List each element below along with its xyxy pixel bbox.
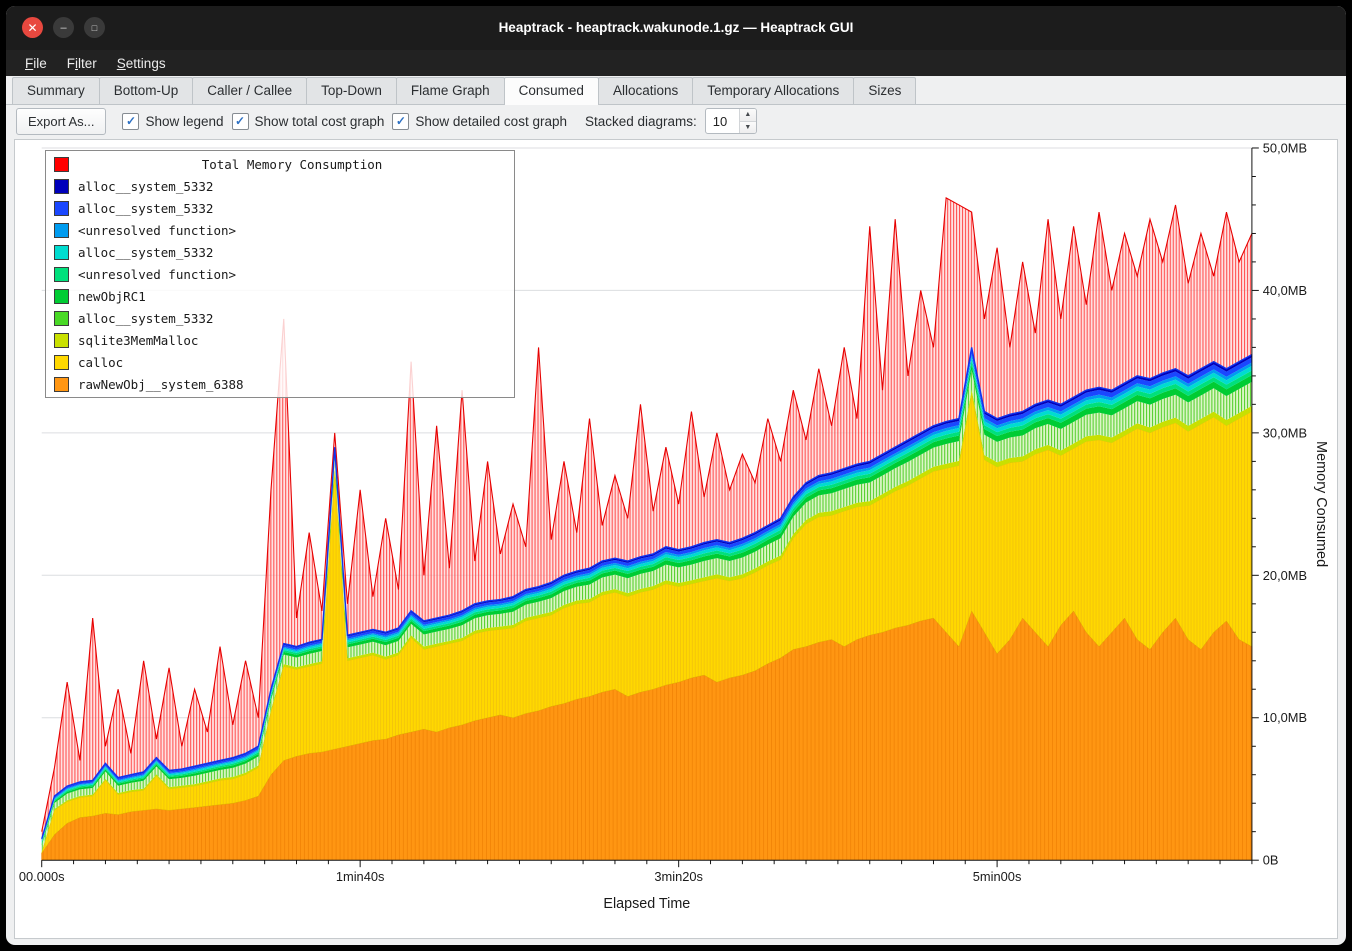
x-tick-label: 5min00s [973, 869, 1022, 884]
legend-item: <unresolved function> [46, 219, 514, 241]
legend-swatch [54, 377, 69, 392]
legend-label: calloc [78, 355, 123, 370]
spin-down-icon[interactable]: ▼ [740, 122, 756, 134]
x-tick-label: 3min20s [654, 869, 703, 884]
legend-item: sqlite3MemMalloc [46, 329, 514, 351]
legend-swatch [54, 245, 69, 260]
maximize-icon[interactable]: □ [84, 17, 105, 38]
legend-item: calloc [46, 351, 514, 373]
legend-swatch [54, 223, 69, 238]
legend-item: rawNewObj__system_6388 [46, 373, 514, 395]
legend-title: Total Memory Consumption [78, 157, 506, 172]
y-axis-label: Memory Consumed [1313, 441, 1329, 567]
menubar: FileFilterSettings [6, 50, 1346, 76]
export-as-button[interactable]: Export As... [16, 108, 106, 135]
checkbox-label: Show legend [145, 114, 223, 129]
x-tick-label: 00.000s [19, 869, 65, 884]
tab-bottom-up[interactable]: Bottom-Up [99, 77, 194, 104]
legend-swatch-total [54, 157, 69, 172]
checkbox-label: Show total cost graph [255, 114, 385, 129]
minimize-icon[interactable]: – [53, 17, 74, 38]
checkbox-show-detailed-cost-graph[interactable]: ✓ Show detailed cost graph [392, 113, 567, 130]
tab-temporary-allocations[interactable]: Temporary Allocations [692, 77, 854, 104]
legend-item: newObjRC1 [46, 285, 514, 307]
checkmark-icon: ✓ [122, 113, 139, 130]
checkmark-icon: ✓ [392, 113, 409, 130]
toolbar-checkboxes: ✓ Show legend ✓ Show total cost graph ✓ Show … [114, 113, 567, 130]
app-window: ✕ – □ Heaptrack - heaptrack.wakunode.1.g… [6, 6, 1346, 945]
stacked-diagrams-label: Stacked diagrams: [585, 114, 697, 129]
legend-label: rawNewObj__system_6388 [78, 377, 244, 392]
legend-swatch [54, 289, 69, 304]
y-tick-label: 10,0MB [1263, 710, 1307, 725]
legend-swatch [54, 267, 69, 282]
legend-label: sqlite3MemMalloc [78, 333, 198, 348]
legend-item: alloc__system_5332 [46, 197, 514, 219]
legend-swatch [54, 179, 69, 194]
tab-sizes[interactable]: Sizes [853, 77, 916, 104]
window-title: Heaptrack - heaptrack.wakunode.1.gz — He… [136, 6, 1216, 50]
checkbox-label: Show detailed cost graph [415, 114, 567, 129]
legend-label: <unresolved function> [78, 267, 236, 282]
menu-file[interactable]: File [16, 53, 56, 74]
y-tick-label: 0B [1263, 853, 1279, 868]
chart-legend: Total Memory Consumption alloc__system_53… [45, 150, 515, 398]
legend-item: alloc__system_5332 [46, 307, 514, 329]
y-tick-label: 40,0MB [1263, 283, 1307, 298]
checkmark-icon: ✓ [232, 113, 249, 130]
tab-caller-callee[interactable]: Caller / Callee [192, 77, 307, 104]
tab-summary[interactable]: Summary [12, 77, 100, 104]
toolbar: Export As... ✓ Show legend ✓ Show total cos… [6, 105, 1346, 137]
legend-swatch [54, 333, 69, 348]
x-axis-label: Elapsed Time [603, 896, 690, 912]
legend-title-row: Total Memory Consumption [46, 153, 514, 175]
tab-flame-graph[interactable]: Flame Graph [396, 77, 505, 104]
legend-label: alloc__system_5332 [78, 245, 213, 260]
y-tick-label: 30,0MB [1263, 425, 1307, 440]
x-tick-label: 1min40s [336, 869, 385, 884]
legend-item: alloc__system_5332 [46, 241, 514, 263]
legend-label: alloc__system_5332 [78, 201, 213, 216]
tab-bar: SummaryBottom-UpCaller / CalleeTop-DownF… [6, 76, 1346, 105]
chart-area[interactable]: 00.000s 1min40s 3min20s 5min00s 0B 10,0MB 20,0… [14, 139, 1338, 939]
legend-swatch [54, 201, 69, 216]
legend-swatch [54, 311, 69, 326]
menu-filter[interactable]: Filter [58, 53, 106, 74]
stacked-diagrams-spinbox[interactable]: 10 ▲ ▼ [705, 108, 757, 134]
stacked-diagrams-value: 10 [706, 109, 739, 133]
legend-label: alloc__system_5332 [78, 311, 213, 326]
checkbox-show-legend[interactable]: ✓ Show legend [122, 113, 223, 130]
titlebar: ✕ – □ Heaptrack - heaptrack.wakunode.1.g… [6, 6, 1346, 50]
menu-settings[interactable]: Settings [108, 53, 175, 74]
legend-label: alloc__system_5332 [78, 179, 213, 194]
legend-swatch [54, 355, 69, 370]
legend-label: <unresolved function> [78, 223, 236, 238]
legend-item: alloc__system_5332 [46, 175, 514, 197]
y-tick-label: 20,0MB [1263, 568, 1307, 583]
legend-label: newObjRC1 [78, 289, 146, 304]
spin-up-icon[interactable]: ▲ [740, 109, 756, 122]
tab-allocations[interactable]: Allocations [598, 77, 693, 104]
checkbox-show-total-cost-graph[interactable]: ✓ Show total cost graph [232, 113, 385, 130]
spinner-buttons: ▲ ▼ [739, 109, 756, 133]
y-tick-label: 50,0MB [1263, 140, 1307, 155]
legend-item: <unresolved function> [46, 263, 514, 285]
close-icon[interactable]: ✕ [22, 17, 43, 38]
tab-consumed[interactable]: Consumed [504, 77, 599, 105]
tab-top-down[interactable]: Top-Down [306, 77, 397, 104]
